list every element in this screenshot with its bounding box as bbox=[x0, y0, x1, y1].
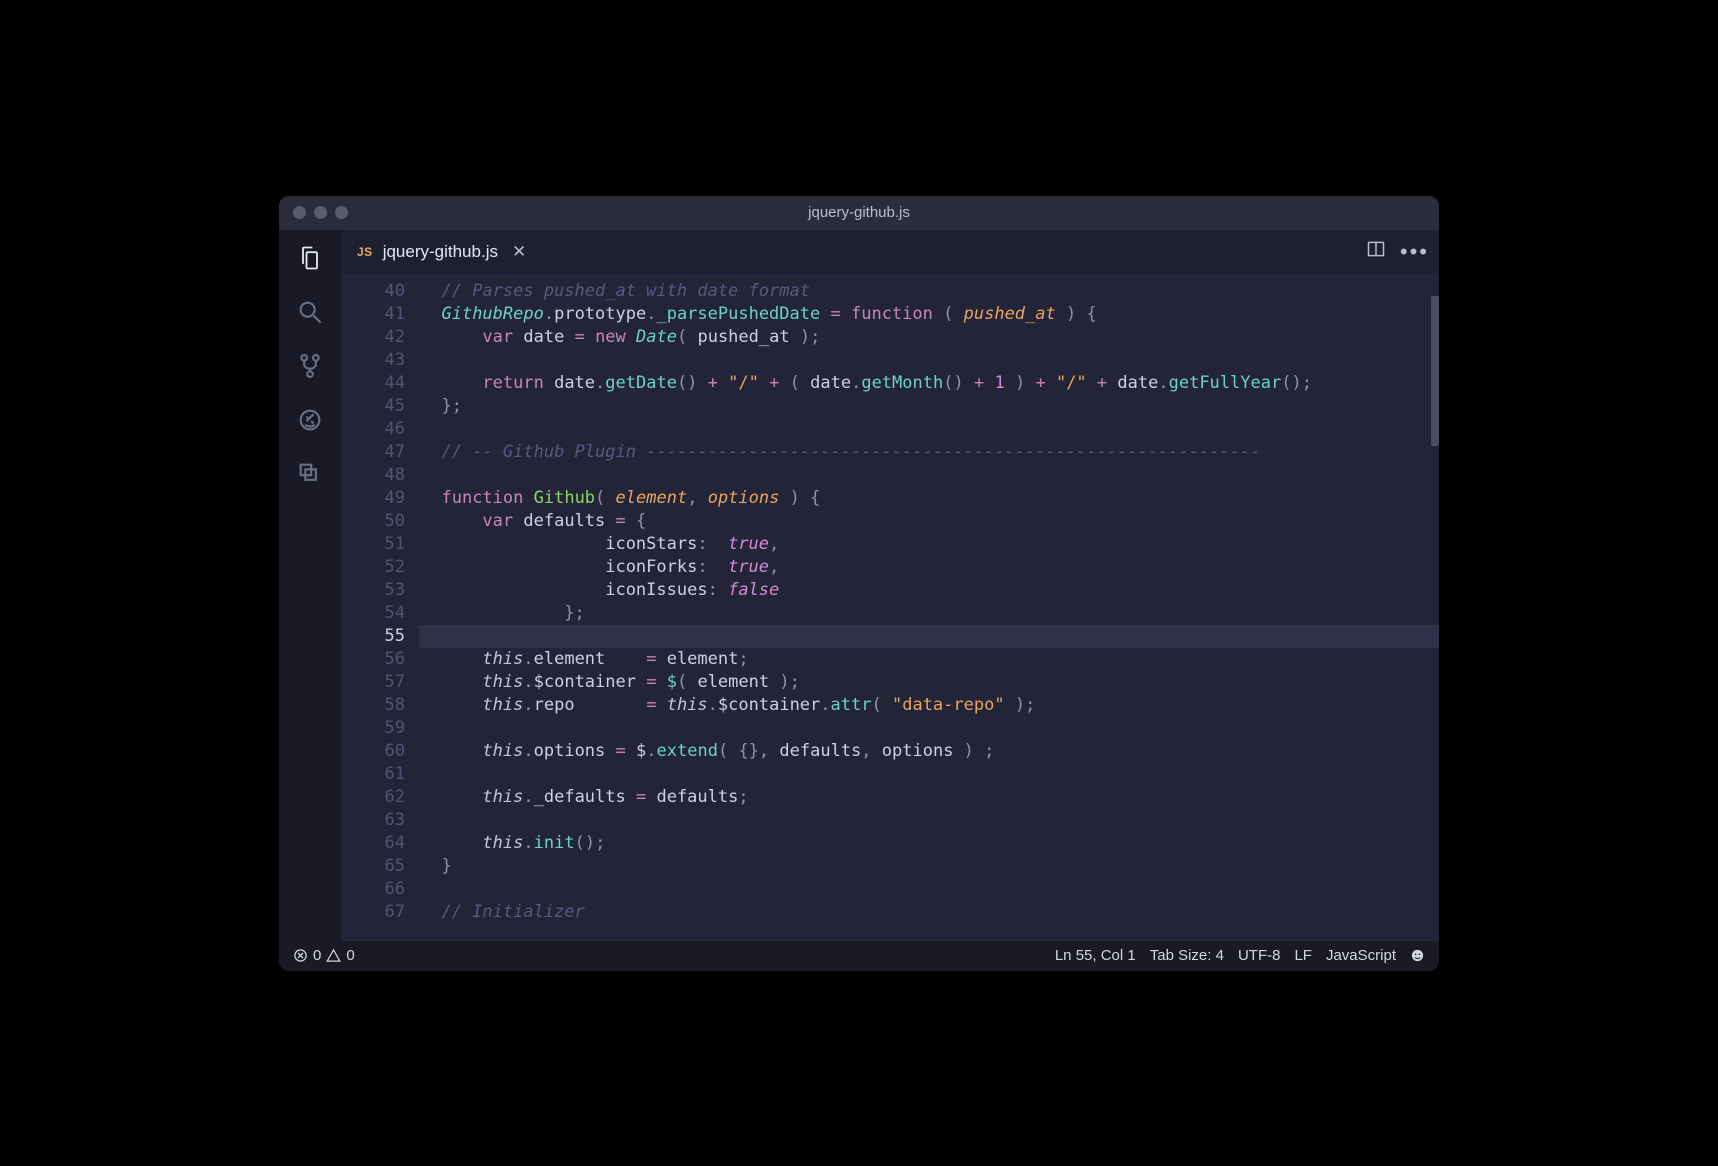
line-number: 60 bbox=[341, 740, 405, 763]
scrollbar-thumb[interactable] bbox=[1431, 296, 1439, 446]
status-right: Ln 55, Col 1 Tab Size: 4 UTF-8 LF JavaSc… bbox=[1055, 947, 1425, 964]
close-tab-icon[interactable]: ✕ bbox=[512, 242, 526, 262]
traffic-lights bbox=[293, 206, 348, 219]
line-number: 54 bbox=[341, 602, 405, 625]
line-number: 65 bbox=[341, 855, 405, 878]
code-line[interactable]: GithubRepo.prototype._parsePushedDate = … bbox=[419, 303, 1439, 326]
problems-status[interactable]: 0 0 bbox=[293, 947, 355, 964]
editor-window: jquery-github.js JS bbox=[279, 196, 1439, 971]
code-line[interactable] bbox=[419, 809, 1439, 832]
code-line[interactable]: iconIssues: false bbox=[419, 579, 1439, 602]
line-number: 49 bbox=[341, 487, 405, 510]
line-number: 53 bbox=[341, 579, 405, 602]
line-number: 42 bbox=[341, 326, 405, 349]
code-line[interactable]: }; bbox=[419, 395, 1439, 418]
code-line[interactable]: iconStars: true, bbox=[419, 533, 1439, 556]
code-line[interactable]: this.init(); bbox=[419, 832, 1439, 855]
code-line[interactable] bbox=[419, 878, 1439, 901]
line-number: 46 bbox=[341, 418, 405, 441]
more-actions-icon[interactable]: ••• bbox=[1400, 239, 1429, 265]
line-number: 41 bbox=[341, 303, 405, 326]
code-line[interactable] bbox=[419, 349, 1439, 372]
line-number: 58 bbox=[341, 694, 405, 717]
zoom-window-button[interactable] bbox=[335, 206, 348, 219]
editor-group: JS jquery-github.js ✕ ••• 40414243444546… bbox=[341, 230, 1439, 941]
code-line[interactable]: return date.getDate() + "/" + ( date.get… bbox=[419, 372, 1439, 395]
code-line[interactable]: var defaults = { bbox=[419, 510, 1439, 533]
cursor-position[interactable]: Ln 55, Col 1 bbox=[1055, 947, 1136, 964]
code-line[interactable]: var date = new Date( pushed_at ); bbox=[419, 326, 1439, 349]
line-number: 64 bbox=[341, 832, 405, 855]
encoding[interactable]: UTF-8 bbox=[1238, 947, 1281, 964]
code-line[interactable]: this.options = $.extend( {}, defaults, o… bbox=[419, 740, 1439, 763]
code-line[interactable] bbox=[419, 763, 1439, 786]
line-number: 56 bbox=[341, 648, 405, 671]
status-bar: 0 0 Ln 55, Col 1 Tab Size: 4 UTF-8 LF Ja… bbox=[279, 941, 1439, 971]
line-number: 40 bbox=[341, 280, 405, 303]
debug-icon[interactable] bbox=[294, 404, 326, 436]
code-line[interactable] bbox=[419, 717, 1439, 740]
code-line[interactable]: }; bbox=[419, 602, 1439, 625]
error-icon bbox=[293, 948, 308, 963]
activity-bar bbox=[279, 230, 341, 941]
line-number: 57 bbox=[341, 671, 405, 694]
code-line[interactable]: this.$container = $( element ); bbox=[419, 671, 1439, 694]
feedback-icon[interactable] bbox=[1410, 948, 1425, 963]
window-title: jquery-github.js bbox=[808, 204, 910, 221]
line-number: 61 bbox=[341, 763, 405, 786]
code-line[interactable]: } bbox=[419, 855, 1439, 878]
code-line[interactable]: this.repo = this.$container.attr( "data-… bbox=[419, 694, 1439, 717]
line-number: 44 bbox=[341, 372, 405, 395]
line-number: 43 bbox=[341, 349, 405, 372]
line-number: 62 bbox=[341, 786, 405, 809]
titlebar: jquery-github.js bbox=[279, 196, 1439, 230]
line-number: 51 bbox=[341, 533, 405, 556]
tab-bar: JS jquery-github.js ✕ ••• bbox=[341, 230, 1439, 274]
code-line[interactable]: iconForks: true, bbox=[419, 556, 1439, 579]
line-number: 66 bbox=[341, 878, 405, 901]
code-line[interactable]: function Github( element, options ) { bbox=[419, 487, 1439, 510]
tab-size[interactable]: Tab Size: 4 bbox=[1150, 947, 1224, 964]
error-count: 0 bbox=[313, 947, 321, 964]
warning-count: 0 bbox=[346, 947, 354, 964]
code-line[interactable]: this.element = element; bbox=[419, 648, 1439, 671]
tab-filename: jquery-github.js bbox=[383, 242, 498, 262]
warning-icon bbox=[326, 948, 341, 963]
code-line[interactable] bbox=[419, 625, 1439, 648]
code-line[interactable]: this._defaults = defaults; bbox=[419, 786, 1439, 809]
source-control-icon[interactable] bbox=[294, 350, 326, 382]
workbench-body: JS jquery-github.js ✕ ••• 40414243444546… bbox=[279, 230, 1439, 941]
line-number: 52 bbox=[341, 556, 405, 579]
line-number: 59 bbox=[341, 717, 405, 740]
tab-jquery-github[interactable]: JS jquery-github.js ✕ bbox=[341, 230, 542, 274]
file-type-badge: JS bbox=[357, 245, 373, 259]
line-number: 48 bbox=[341, 464, 405, 487]
eol[interactable]: LF bbox=[1294, 947, 1312, 964]
extensions-icon[interactable] bbox=[294, 458, 326, 490]
code-line[interactable]: // Parses pushed_at with date format bbox=[419, 280, 1439, 303]
tab-actions: ••• bbox=[1366, 230, 1429, 274]
scrollbar[interactable] bbox=[1431, 274, 1439, 941]
language-mode[interactable]: JavaScript bbox=[1326, 947, 1396, 964]
line-number: 67 bbox=[341, 901, 405, 924]
line-number: 63 bbox=[341, 809, 405, 832]
code-line[interactable]: // Initializer bbox=[419, 901, 1439, 924]
line-number: 45 bbox=[341, 395, 405, 418]
minimize-window-button[interactable] bbox=[314, 206, 327, 219]
close-window-button[interactable] bbox=[293, 206, 306, 219]
code-line[interactable] bbox=[419, 464, 1439, 487]
search-icon[interactable] bbox=[294, 296, 326, 328]
line-number: 55 bbox=[341, 625, 405, 648]
line-number-gutter: 4041424344454647484950515253545556575859… bbox=[341, 274, 419, 941]
status-left: 0 0 bbox=[293, 947, 355, 964]
code-line[interactable] bbox=[419, 418, 1439, 441]
line-number: 47 bbox=[341, 441, 405, 464]
split-editor-icon[interactable] bbox=[1366, 239, 1386, 264]
code-area[interactable]: // Parses pushed_at with date format Git… bbox=[419, 274, 1439, 941]
text-editor[interactable]: 4041424344454647484950515253545556575859… bbox=[341, 274, 1439, 941]
line-number: 50 bbox=[341, 510, 405, 533]
explorer-icon[interactable] bbox=[294, 242, 326, 274]
tab-spacer bbox=[542, 230, 1366, 274]
code-line[interactable]: // -- Github Plugin --------------------… bbox=[419, 441, 1439, 464]
